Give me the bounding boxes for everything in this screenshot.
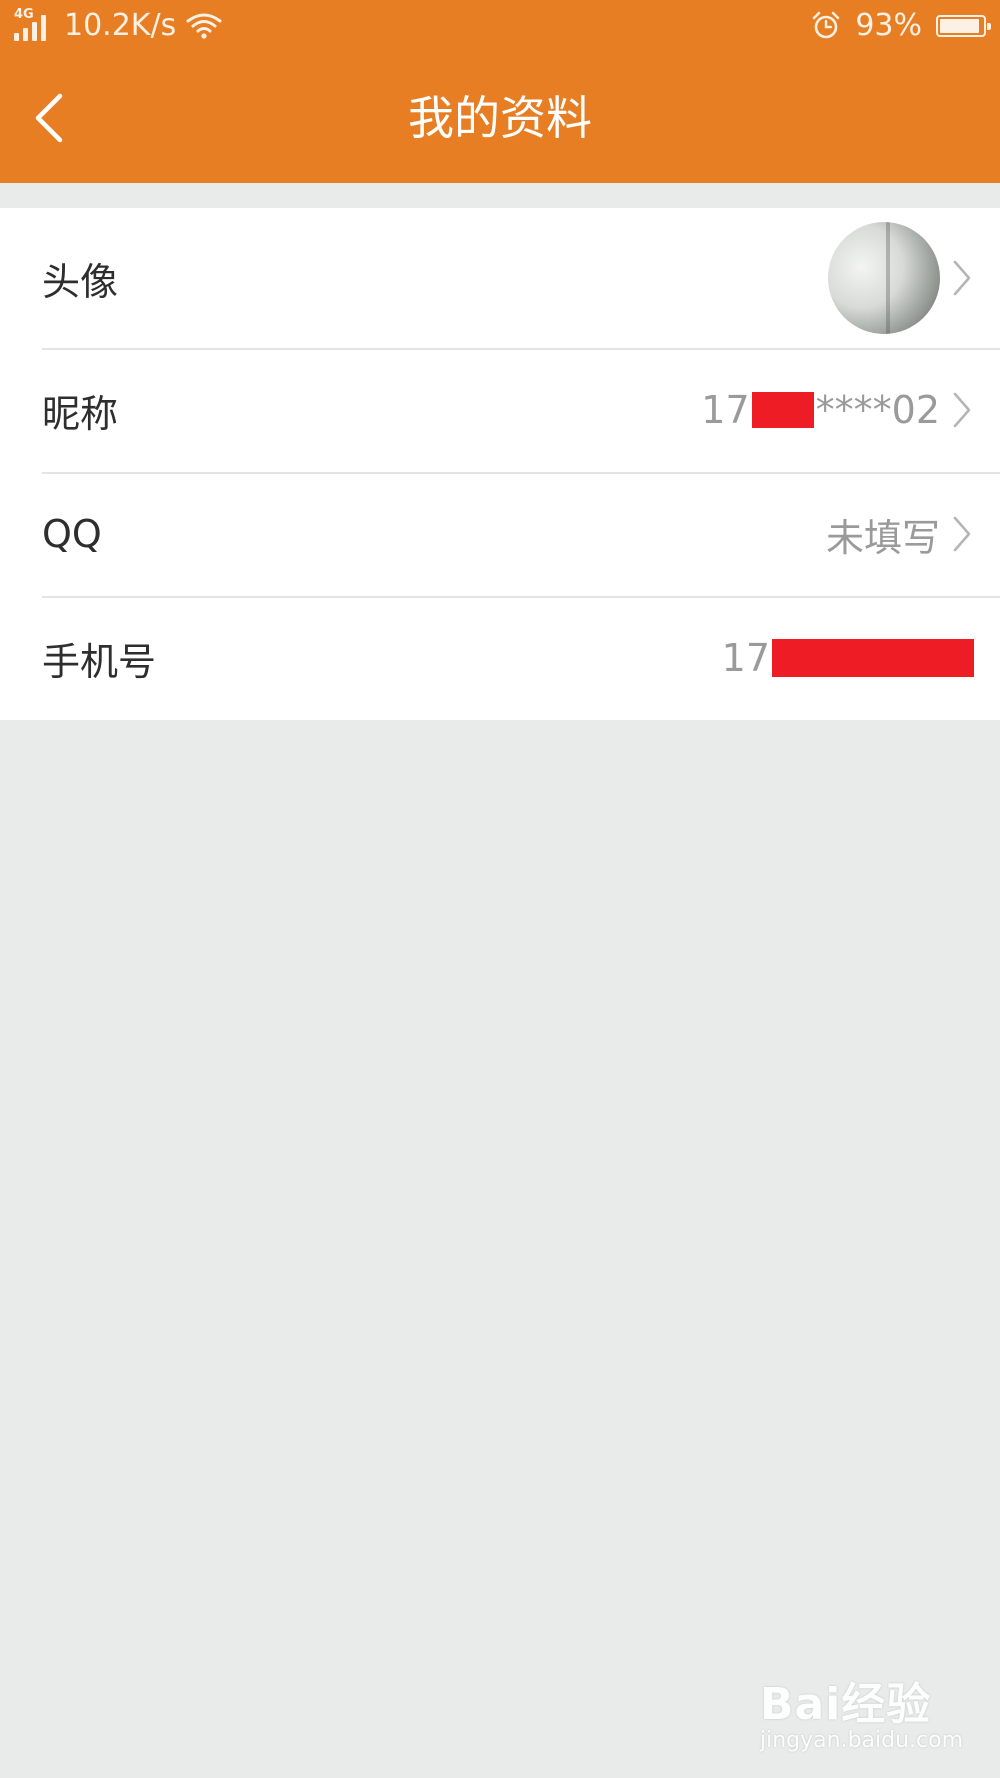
chevron-right-icon xyxy=(953,392,971,428)
battery-icon xyxy=(936,15,991,37)
status-bar: 4G 10.2K/s 93% xyxy=(0,0,1000,52)
watermark: Bai经验 jingyan.baidu.com xyxy=(760,1668,980,1758)
watermark-brand: Bai经验 xyxy=(760,1679,932,1730)
phone-value-prefix: 17 xyxy=(721,636,770,680)
status-left: 4G 10.2K/s xyxy=(14,6,222,46)
nickname-value-suffix: ****02 xyxy=(815,388,940,432)
nickname-value-prefix: 17 xyxy=(701,388,750,432)
chevron-right-icon xyxy=(953,260,971,296)
nickname-value: 17 ****02 xyxy=(701,388,940,432)
phone-value: 17 xyxy=(722,636,974,680)
battery-percent: 93% xyxy=(855,8,922,43)
phone-row-right: 17 xyxy=(722,636,974,680)
qq-row-right: 未填写 xyxy=(826,507,974,562)
avatar-row-right xyxy=(828,222,974,334)
nickname-row[interactable]: 昵称 17 ****02 xyxy=(0,348,1000,472)
network-type: 4G xyxy=(14,7,34,22)
status-right: 93% xyxy=(811,6,991,46)
alarm-icon xyxy=(813,11,840,39)
qq-value: 未填写 xyxy=(825,515,940,560)
wifi-icon xyxy=(186,13,222,39)
network-speed: 10.2K/s xyxy=(64,8,177,43)
chevron-right-icon xyxy=(953,516,971,552)
avatar-row[interactable]: 头像 xyxy=(0,208,1000,348)
phone-label: 手机号 xyxy=(42,639,157,684)
avatar-label: 头像 xyxy=(42,259,119,304)
qq-label: QQ xyxy=(42,512,102,556)
nickname-row-right: 17 ****02 xyxy=(701,388,974,432)
watermark-url: jingyan.baidu.com xyxy=(760,1728,964,1753)
signal-icon: 4G xyxy=(14,7,54,41)
phone-row: 手机号 17 xyxy=(0,596,1000,720)
avatar[interactable] xyxy=(828,222,940,334)
qq-row[interactable]: QQ 未填写 xyxy=(0,472,1000,596)
app-header: 4G 10.2K/s 93% 我的资料 xyxy=(0,0,1000,183)
redaction-mark xyxy=(772,639,974,677)
nickname-label: 昵称 xyxy=(42,391,119,436)
battery-fill xyxy=(940,19,980,33)
redaction-mark xyxy=(751,392,814,428)
profile-list: 头像 昵称 17 ****02 QQ 未填写 手机号 17 xyxy=(0,208,1000,720)
page-title: 我的资料 xyxy=(408,91,592,145)
